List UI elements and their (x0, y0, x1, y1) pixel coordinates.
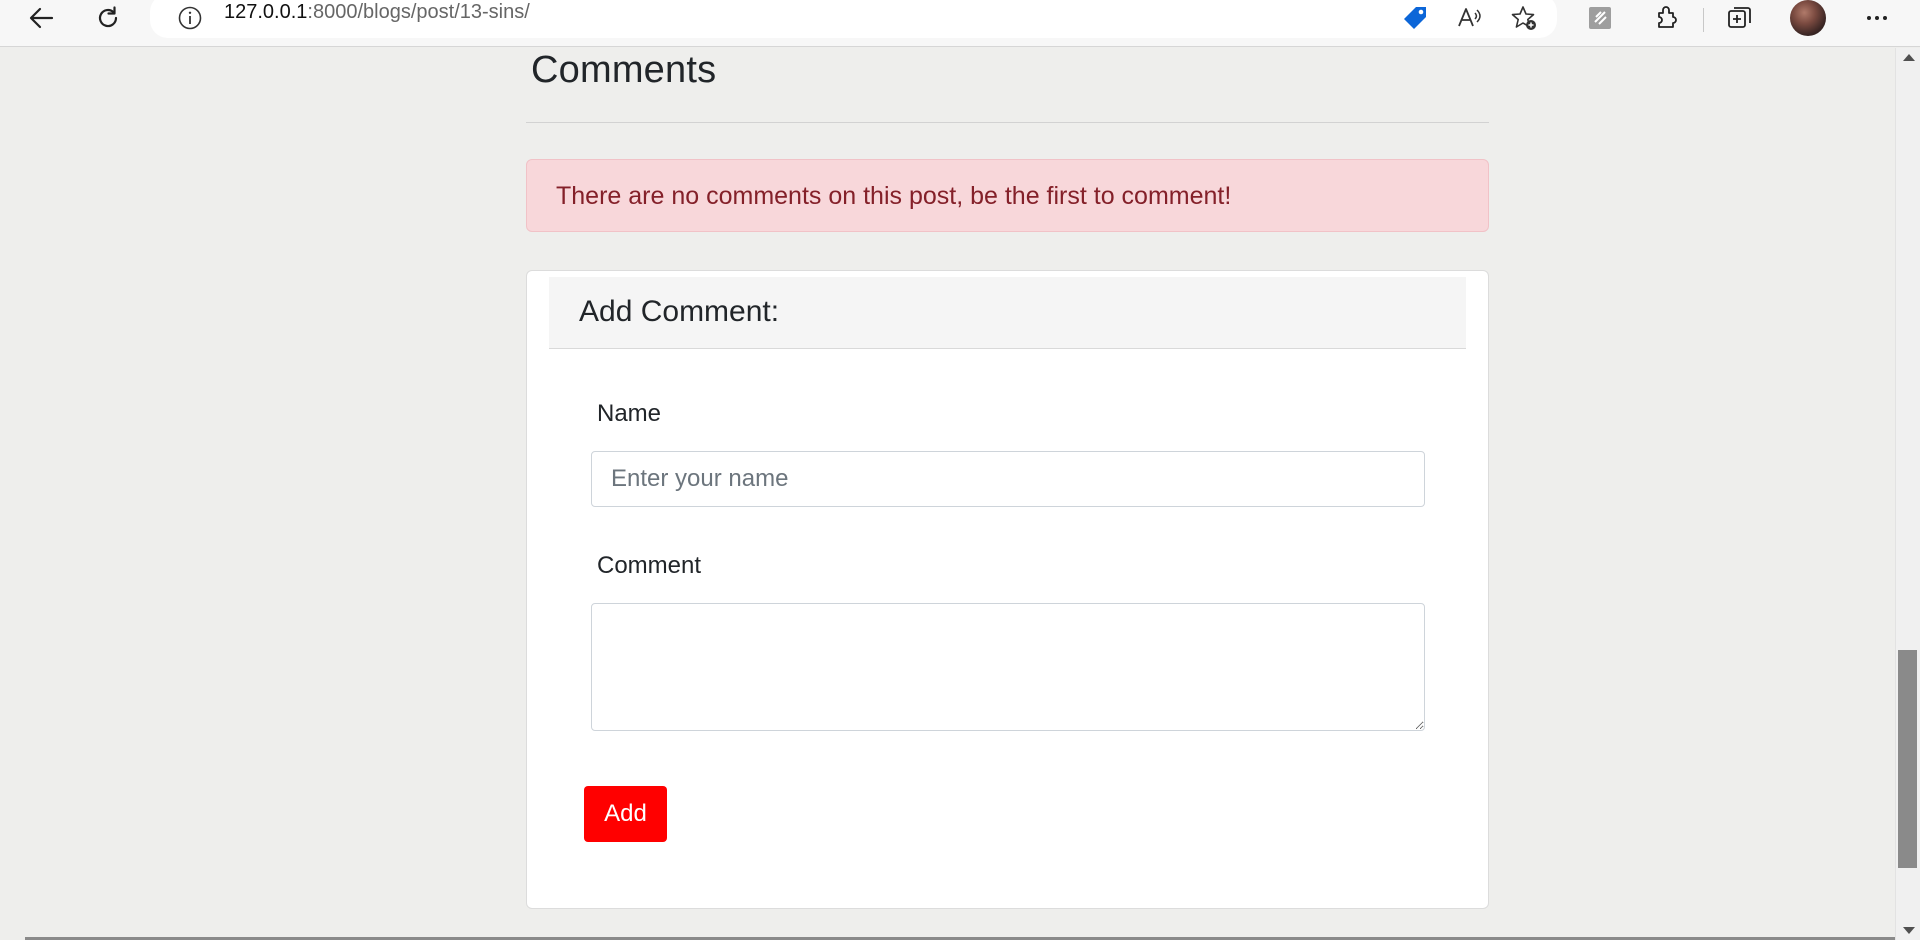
add-comment-button[interactable]: Add (584, 786, 667, 842)
url-path: :8000/blogs/post/13-sins/ (307, 1, 530, 23)
refresh-icon[interactable] (88, 0, 128, 36)
no-comments-text: There are no comments on this post, be t… (556, 182, 1232, 210)
no-comments-alert: There are no comments on this post, be t… (526, 159, 1489, 232)
scroll-up-arrow-icon[interactable] (1903, 54, 1915, 61)
profile-avatar[interactable] (1790, 0, 1826, 36)
site-info-icon[interactable] (170, 0, 210, 36)
add-comment-card: Add Comment: Name Comment Add (526, 270, 1489, 909)
back-icon[interactable] (21, 0, 61, 36)
more-icon[interactable] (1857, 0, 1897, 36)
scroll-thumb[interactable] (1898, 650, 1917, 868)
name-label: Name (597, 400, 662, 427)
comment-textarea[interactable] (591, 603, 1425, 731)
url-text[interactable]: 127.0.0.1:8000/blogs/post/13-sins/ (224, 0, 530, 24)
collections-icon[interactable] (1580, 0, 1620, 36)
page-scrollbar[interactable] (1895, 48, 1920, 940)
comments-heading: Comments (531, 49, 717, 91)
address-bar[interactable]: 127.0.0.1:8000/blogs/post/13-sins/ (150, 0, 1557, 38)
extensions-icon[interactable] (1647, 0, 1687, 36)
price-tag-icon[interactable] (1395, 0, 1435, 36)
add-comment-title: Add Comment: (579, 295, 780, 328)
browser-toolbar: 127.0.0.1:8000/blogs/post/13-sins/ (0, 0, 1920, 47)
url-host: 127.0.0.1 (224, 1, 308, 23)
read-aloud-icon[interactable] (1450, 0, 1490, 36)
toolbar-separator (1703, 8, 1704, 32)
add-favorite-icon[interactable] (1504, 0, 1544, 36)
name-input[interactable] (591, 451, 1425, 507)
collections-add-icon[interactable] (1720, 0, 1760, 36)
comment-label: Comment (597, 552, 702, 579)
scroll-down-arrow-icon[interactable] (1903, 927, 1915, 934)
divider (526, 122, 1489, 123)
add-comment-header: Add Comment: (549, 277, 1466, 349)
